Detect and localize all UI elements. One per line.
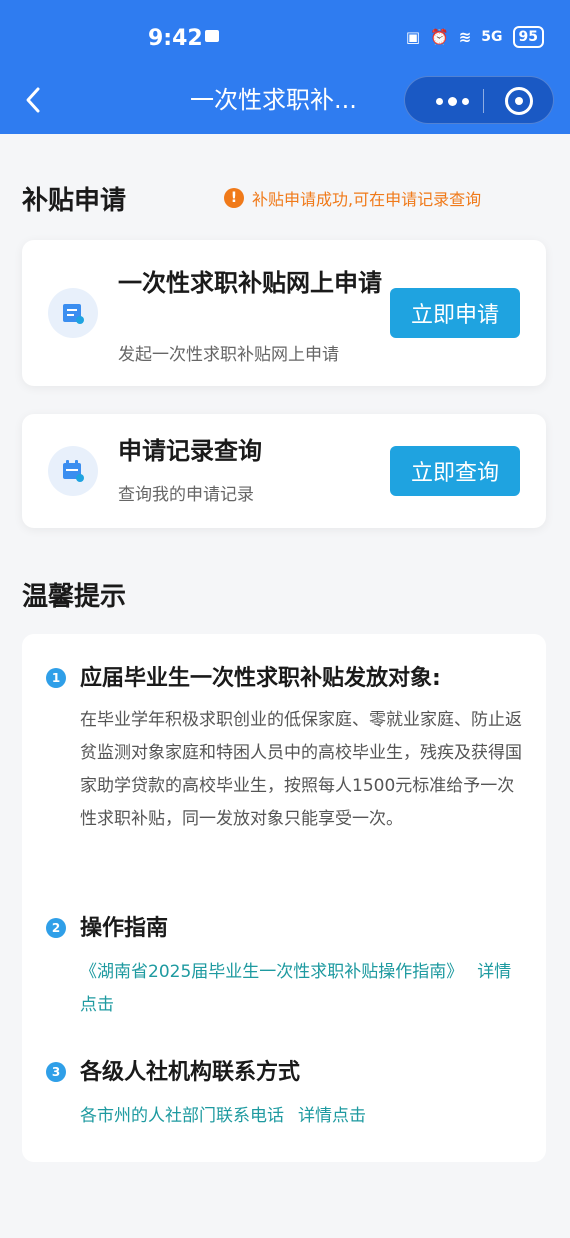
tip-heading: 各级人社机构联系方式: [80, 1060, 301, 1085]
contact-detail-link[interactable]: 详情点击: [298, 1106, 366, 1126]
apply-now-button[interactable]: 立即申请: [390, 288, 520, 338]
contact-link-text[interactable]: 各市州的人社部门联系电话: [80, 1106, 284, 1126]
tips-section-title: 温馨提示: [22, 582, 127, 612]
nav-bar: 一次性求职补...: [0, 76, 570, 126]
record-card: 申请记录查询 查询我的申请记录 立即查询: [22, 414, 546, 528]
notice-text: 补贴申请成功,可在申请记录查询: [252, 190, 482, 209]
tip-heading: 操作指南: [80, 916, 169, 941]
success-notice: ! 补贴申请成功,可在申请记录查询: [224, 186, 481, 210]
calendar-record-icon: [48, 446, 98, 496]
apply-section-title: 补贴申请: [22, 186, 127, 216]
apply-card-title: 一次性求职补贴网上申请: [118, 269, 382, 297]
mini-program-capsule: [404, 76, 554, 124]
capsule-divider: [483, 89, 484, 113]
tip-body: 在毕业学年积极求职创业的低保家庭、零就业家庭、防止返贫监测对象家庭和特困人员中的…: [80, 710, 522, 829]
target-icon: [515, 97, 523, 105]
warning-icon: !: [224, 188, 244, 208]
battery-icon: 95: [512, 26, 544, 48]
notification-icon: [205, 30, 219, 42]
more-dot-icon: [447, 96, 457, 106]
more-dot-icon: [435, 97, 443, 105]
tips-card: 1 应届毕业生一次性求职补贴发放对象: 在毕业学年积极求职创业的低保家庭、零就业…: [22, 634, 546, 1162]
guide-link-text[interactable]: 《湖南省2025届毕业生一次性求职补贴操作指南》: [80, 962, 463, 982]
step-number-icon: 1: [46, 668, 66, 688]
step-number-icon: 3: [46, 1062, 66, 1082]
apply-form-icon: [48, 288, 98, 338]
back-button[interactable]: [18, 82, 48, 118]
more-dot-icon: [461, 97, 469, 105]
tip-heading: 应届毕业生一次性求职补贴发放对象:: [80, 666, 441, 691]
top-header: 9:42 ▣ ⏰ ≋ 5G 95 一次性求职补...: [0, 0, 570, 134]
record-card-subtitle: 查询我的申请记录: [118, 485, 254, 505]
chevron-left-icon: [26, 87, 40, 113]
alarm-icon: ⏰: [430, 28, 449, 46]
page-title: 一次性求职补...: [190, 86, 357, 114]
status-time: 9:42: [148, 26, 203, 51]
wifi-icon: ≋: [458, 28, 472, 46]
close-button[interactable]: [505, 87, 533, 115]
more-button[interactable]: [427, 77, 477, 125]
status-bar: 9:42 ▣ ⏰ ≋ 5G 95: [0, 20, 570, 60]
status-right: ▣ ⏰ ≋ 5G 95: [406, 26, 544, 48]
apply-card-subtitle: 发起一次性求职补贴网上申请: [118, 345, 339, 365]
apply-card: 一次性求职补贴网上申请 发起一次性求职补贴网上申请 立即申请: [22, 240, 546, 386]
query-now-button[interactable]: 立即查询: [390, 446, 520, 496]
nfc-icon: ▣: [405, 28, 421, 46]
contact-link[interactable]: 各市州的人社部门联系电话 详情点击: [80, 1100, 528, 1133]
record-card-title: 申请记录查询: [118, 437, 262, 465]
step-number-icon: 2: [46, 918, 66, 938]
guide-link[interactable]: 《湖南省2025届毕业生一次性求职补贴操作指南》 详情点击: [80, 956, 528, 1022]
signal-icon: 5G: [481, 29, 503, 45]
